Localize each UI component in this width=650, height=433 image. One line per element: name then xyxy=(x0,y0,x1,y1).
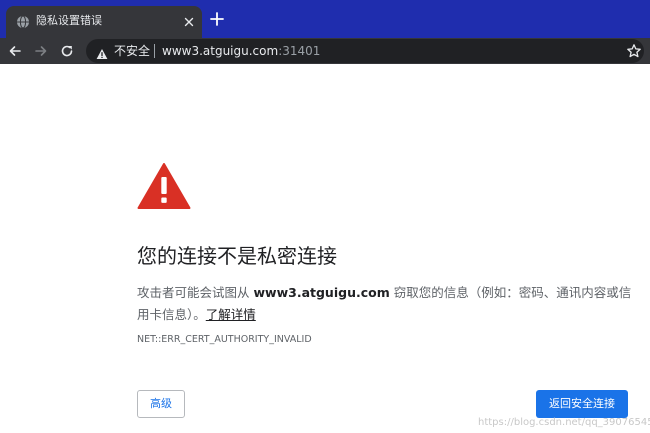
tab-strip: 隐私设置错误 xyxy=(0,0,650,38)
warning-icon[interactable] xyxy=(96,45,108,59)
globe-icon xyxy=(16,14,30,29)
browser-window: 隐私设置错误 不安全 www3.atguigu.com:31401 您的连接不是… xyxy=(0,0,650,433)
url-host: www3.atguigu.com xyxy=(162,44,279,58)
tab-title: 隐私设置错误 xyxy=(36,14,102,27)
close-icon[interactable] xyxy=(182,14,196,28)
tab-privacy-error[interactable]: 隐私设置错误 xyxy=(6,6,202,38)
learn-more-link[interactable]: 了解详情 xyxy=(206,307,256,322)
warning-triangle-icon xyxy=(137,162,191,210)
page-heading: 您的连接不是私密连接 xyxy=(137,244,337,268)
advanced-button[interactable]: 高级 xyxy=(137,390,185,418)
explanation-host: www3.atguigu.com xyxy=(253,285,390,300)
toolbar: 不安全 www3.atguigu.com:31401 xyxy=(0,38,650,64)
url-port: :31401 xyxy=(278,44,321,58)
error-code: NET::ERR_CERT_AUTHORITY_INVALID xyxy=(137,334,312,345)
address-bar[interactable]: 不安全 www3.atguigu.com:31401 xyxy=(86,39,644,63)
explanation-text: 攻击者可能会试图从 www3.atguigu.com 窃取您的信息（例如：密码、… xyxy=(137,282,632,326)
url-text[interactable]: www3.atguigu.com:31401 xyxy=(162,44,320,58)
address-separator xyxy=(154,44,155,58)
back-to-safety-button[interactable]: 返回安全连接 xyxy=(536,390,628,418)
arrow-left-icon[interactable] xyxy=(6,42,24,60)
security-status-label[interactable]: 不安全 xyxy=(114,44,150,58)
explanation-prefix: 攻击者可能会试图从 xyxy=(137,285,254,300)
interstitial-page: 您的连接不是私密连接 攻击者可能会试图从 www3.atguigu.com 窃取… xyxy=(0,64,650,433)
watermark-text: https://blog.csdn.net/qq_39076545 xyxy=(478,417,650,428)
plus-icon[interactable] xyxy=(208,10,226,28)
star-icon[interactable] xyxy=(626,43,642,59)
arrow-right-icon[interactable] xyxy=(32,42,50,60)
reload-icon[interactable] xyxy=(58,42,76,60)
